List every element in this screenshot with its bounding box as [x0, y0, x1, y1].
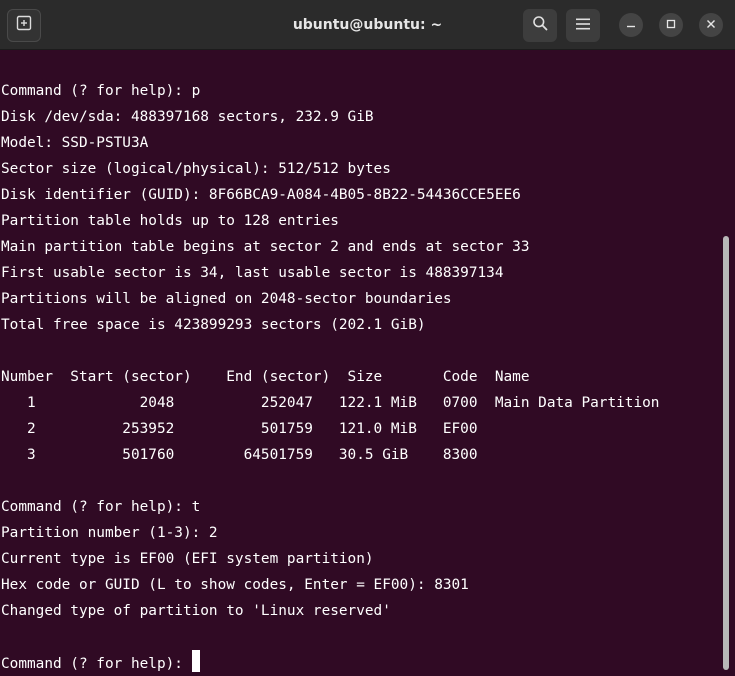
- terminal-line: First usable sector is 34, last usable s…: [1, 265, 504, 281]
- terminal-line: Total free space is 423899293 sectors (2…: [1, 317, 426, 333]
- scrollbar-thumb[interactable]: [723, 236, 729, 670]
- terminal-line: Partitions will be aligned on 2048-secto…: [1, 291, 452, 307]
- maximize-button[interactable]: [659, 13, 683, 37]
- partition-table-row: 1 2048 252047 122.1 MiB 0700 Main Data P…: [1, 395, 660, 411]
- search-button[interactable]: [523, 9, 557, 42]
- command-prompt: Command (? for help):: [1, 656, 183, 672]
- close-button[interactable]: [699, 13, 723, 37]
- search-icon: [532, 15, 548, 36]
- terminal-line: Disk /dev/sda: 488397168 sectors, 232.9 …: [1, 109, 374, 125]
- new-tab-icon: [16, 15, 32, 36]
- terminal-line: Changed type of partition to 'Linux rese…: [1, 603, 391, 619]
- terminal-line: Command (? for help): t: [1, 499, 201, 515]
- terminal-line: Partition table holds up to 128 entries: [1, 213, 339, 229]
- terminal-line: Command (? for help): p: [1, 83, 201, 99]
- terminal-line: Hex code or GUID (L to show codes, Enter…: [1, 577, 469, 593]
- terminal-output[interactable]: Command (? for help): p Disk /dev/sda: 4…: [0, 50, 735, 676]
- close-icon: [706, 16, 716, 34]
- maximize-icon: [666, 16, 676, 34]
- partition-table-header: Number Start (sector) End (sector) Size …: [1, 369, 530, 385]
- title-bar: ubuntu@ubuntu: ~: [0, 0, 735, 50]
- command-prompt-line[interactable]: Command (? for help):: [1, 650, 200, 676]
- menu-button[interactable]: [566, 9, 600, 42]
- terminal-line: Partition number (1-3): 2: [1, 525, 218, 541]
- terminal-line: Current type is EF00 (EFI system partiti…: [1, 551, 374, 567]
- partition-table-row: 2 253952 501759 121.0 MiB EF00: [1, 421, 478, 437]
- minimize-icon: [626, 16, 636, 34]
- text-cursor: [191, 650, 200, 672]
- minimize-button[interactable]: [619, 13, 643, 37]
- new-tab-button[interactable]: [7, 9, 41, 42]
- terminal-line: Sector size (logical/physical): 512/512 …: [1, 161, 391, 177]
- partition-table-row: 3 501760 64501759 30.5 GiB 8300: [1, 447, 478, 463]
- hamburger-menu-icon: [576, 17, 590, 35]
- terminal-window: ubuntu@ubuntu: ~ Command (? for help): p…: [0, 0, 735, 676]
- terminal-line: Model: SSD-PSTU3A: [1, 135, 149, 151]
- terminal-line: Main partition table begins at sector 2 …: [1, 239, 530, 255]
- terminal-line: Disk identifier (GUID): 8F66BCA9-A084-4B…: [1, 187, 521, 203]
